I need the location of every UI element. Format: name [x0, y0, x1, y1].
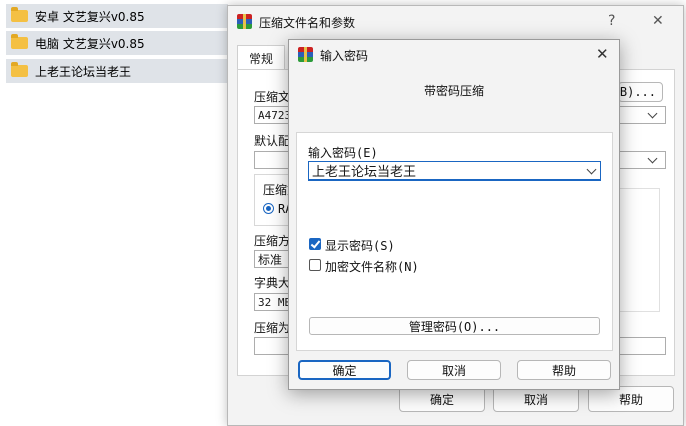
method-label: 压缩方 — [254, 234, 291, 248]
method-value: 标准 — [258, 252, 283, 267]
close-icon[interactable]: ✕ — [596, 45, 609, 63]
archive-name-label: 压缩文 — [254, 90, 291, 104]
format-radio-selected[interactable] — [263, 203, 274, 214]
tab-general[interactable]: 常规 — [237, 45, 285, 70]
enter-password-label: 输入密码(E) — [308, 146, 378, 160]
default-profile-label: 默认配 — [254, 134, 291, 148]
winrar-icon — [237, 14, 252, 29]
password-value: 上老王论坛当老王 — [312, 165, 417, 180]
show-password-label: 显示密码(S) — [325, 239, 395, 253]
show-password-checkbox[interactable] — [309, 238, 321, 250]
title-bar: 压缩文件名和参数 ? ✕ — [228, 6, 683, 37]
dialog-ok-button[interactable]: 确定 — [298, 360, 391, 380]
encrypt-filenames-label: 加密文件名称(N) — [325, 260, 419, 274]
password-dialog: 输入密码 ✕ 带密码压缩 输入密码(E) 上老王论坛当老王 显示密码(S) 加密… — [288, 39, 620, 390]
split-volumes-label: 压缩为 — [254, 321, 291, 335]
folder-icon — [11, 34, 28, 49]
password-panel: 输入密码(E) 上老王论坛当老王 显示密码(S) 加密文件名称(N) 管理密码(… — [296, 132, 613, 351]
file-name: 电脑 文艺复兴v0.85 — [35, 36, 145, 51]
dialog-cancel-label: 取消 — [441, 363, 466, 378]
browse-button-label: B)... — [619, 85, 656, 99]
dialog-ok-label: 确定 — [332, 363, 357, 378]
list-item[interactable]: 安卓 文艺复兴v0.85 — [6, 4, 228, 28]
dialog-help-button[interactable]: 帮助 — [517, 360, 611, 380]
chevron-down-icon — [647, 108, 658, 119]
parameters-input[interactable] — [618, 337, 666, 355]
cancel-button-label: 取消 — [523, 392, 548, 407]
dialog-heading: 带密码压缩 — [423, 84, 484, 98]
browse-button[interactable]: B)... — [618, 82, 663, 102]
winrar-icon — [298, 47, 313, 62]
ok-button-label: 确定 — [429, 392, 454, 407]
manage-passwords-button[interactable]: 管理密码(O)... — [309, 317, 600, 335]
encrypt-filenames-checkbox[interactable] — [309, 259, 321, 271]
folder-icon — [11, 62, 28, 77]
password-input[interactable]: 上老王论坛当老王 — [308, 161, 601, 181]
chevron-down-icon — [586, 164, 597, 175]
dialog-help-label: 帮助 — [551, 363, 576, 378]
manage-passwords-label: 管理密码(O)... — [408, 319, 501, 334]
window-title: 压缩文件名和参数 — [259, 16, 356, 30]
archive-name-dropdown[interactable] — [618, 106, 666, 124]
close-icon[interactable]: ✕ — [652, 13, 664, 29]
folder-icon — [11, 7, 28, 22]
file-name: 安卓 文艺复兴v0.85 — [35, 9, 145, 24]
list-item[interactable]: 电脑 文艺复兴v0.85 — [6, 31, 228, 55]
dialog-cancel-button[interactable]: 取消 — [407, 360, 501, 380]
options-group — [618, 188, 660, 312]
dictionary-value: 32 MB — [258, 295, 292, 309]
dialog-title: 输入密码 — [320, 49, 369, 63]
update-mode-select[interactable] — [618, 151, 666, 169]
tab-general-label: 常规 — [248, 51, 273, 66]
dictionary-label: 字典大 — [254, 276, 291, 290]
list-item[interactable]: 上老王论坛当老王 — [6, 59, 228, 83]
chevron-down-icon — [647, 153, 658, 164]
help-title-button[interactable]: ? — [608, 13, 615, 29]
help-button-label: 帮助 — [618, 392, 643, 407]
file-name: 上老王论坛当老王 — [35, 64, 132, 79]
